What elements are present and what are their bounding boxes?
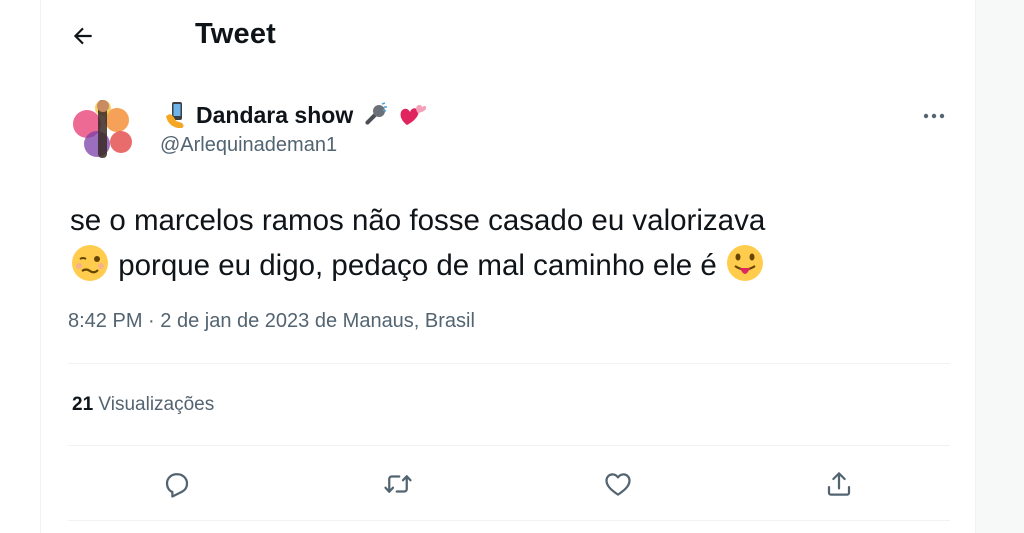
microphone-emoji-icon [365, 102, 388, 125]
tweet-time[interactable]: 8:42 PM [68, 310, 142, 332]
divider [68, 445, 950, 446]
views-count[interactable]: 21 Visualizações [72, 394, 214, 416]
divider [68, 363, 950, 364]
more-options-button[interactable] [914, 100, 954, 132]
author-display-name: Dandara show [196, 101, 354, 128]
arrow-left-icon [73, 27, 92, 45]
views-label: Visualizações [93, 394, 215, 415]
reply-button[interactable] [157, 464, 197, 504]
avatar[interactable] [67, 94, 139, 166]
meta-separator: · [142, 310, 161, 332]
heart-icon [605, 473, 631, 496]
back-button[interactable] [63, 16, 103, 56]
tweet-header: Tweet [41, 0, 975, 72]
tweet-location[interactable]: Manaus, Brasil [343, 310, 475, 332]
reply-icon [165, 473, 189, 498]
tweet-text-line-2: porque eu digo, pedaço de mal caminho el… [70, 243, 950, 288]
woozy-face-emoji-icon [72, 245, 108, 281]
tweet-text-line-2-text: porque eu digo, pedaço de mal caminho el… [110, 249, 726, 282]
author-handle[interactable]: @Arlequinademan1 [160, 134, 337, 157]
column-border-right [975, 0, 976, 533]
share-icon [827, 472, 851, 496]
share-button[interactable] [819, 464, 859, 504]
views-number: 21 [72, 394, 94, 415]
tweet-date[interactable]: 2 de jan de 2023 [160, 310, 309, 332]
tweet-text-line-1: se o marcelos ramos não fosse casado eu … [70, 204, 766, 237]
phone-emoji-icon [166, 102, 184, 128]
page-title: Tweet [195, 18, 277, 50]
tweet-metadata: 8:42 PM · 2 de jan de 2023 de Manaus, Br… [68, 310, 475, 333]
right-column-background [976, 0, 1024, 533]
retweet-icon [384, 475, 412, 493]
divider [68, 520, 950, 521]
tweet-text: se o marcelos ramos não fosse casado eu … [70, 198, 950, 288]
location-prefix: de [309, 310, 343, 332]
column-border-left [40, 0, 41, 533]
more-icon [923, 113, 945, 119]
author-name-row[interactable]: Dandara show [162, 100, 427, 130]
tweet-actions-bar [68, 460, 950, 508]
tongue-face-emoji-icon [727, 245, 764, 281]
retweet-button[interactable] [378, 464, 418, 504]
like-button[interactable] [598, 464, 638, 504]
heart-emoji-icon [400, 105, 427, 125]
